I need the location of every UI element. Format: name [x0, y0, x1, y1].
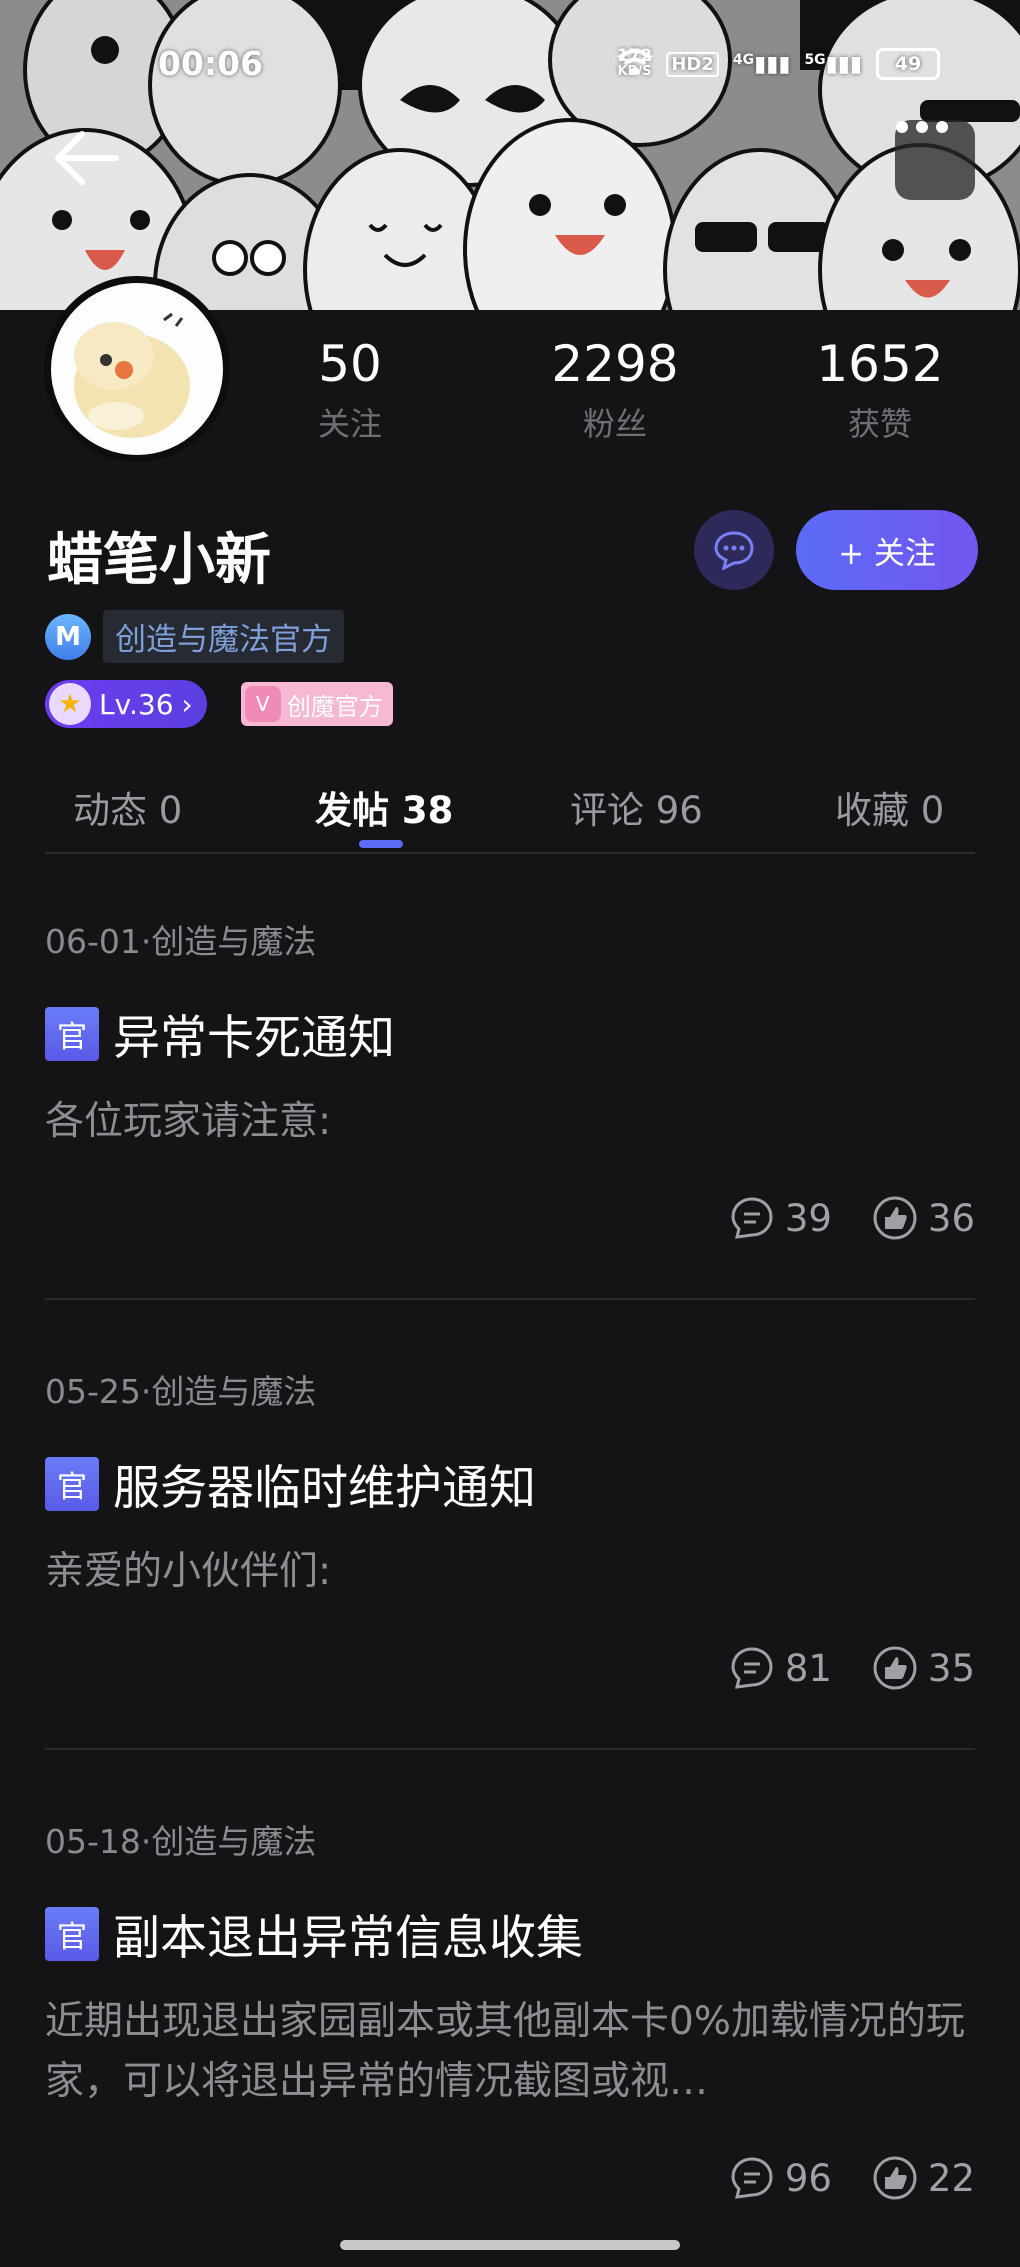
message-button[interactable]	[694, 510, 774, 590]
tab-activity[interactable]: 动态 0	[73, 780, 182, 834]
comment-button[interactable]: 96	[729, 2155, 832, 2201]
chat-bubble-icon	[714, 531, 754, 571]
star-medal-icon: ★	[49, 683, 91, 725]
post-title: 异常卡死通知	[113, 1011, 395, 1066]
profile-tabs: 动态 0 发帖 38 评论 96 收藏 0	[45, 770, 975, 854]
follow-button[interactable]: + 关注	[796, 510, 978, 590]
thumbs-up-icon	[873, 1196, 917, 1240]
thumbs-up-icon	[873, 1646, 917, 1690]
avatar[interactable]	[44, 276, 230, 462]
like-count: 36	[927, 1196, 975, 1240]
stat-likes-count: 1652	[816, 335, 944, 393]
level-label: Lv.36	[99, 687, 174, 721]
stat-followers-count: 2298	[551, 335, 679, 393]
post-title-row: 官 异常卡死通知	[45, 999, 975, 1068]
post-actions: 81 35	[729, 1645, 975, 1691]
stat-followers[interactable]: 2298 粉丝	[505, 335, 725, 445]
status-icons: 172 KB/S HD2 4G▮▮▮ 5G▮▮▮ 49	[617, 48, 940, 80]
like-count: 22	[927, 2156, 975, 2200]
post-title-row: 官 副本退出异常信息收集	[45, 1899, 975, 1968]
home-indicator[interactable]	[340, 2240, 680, 2250]
stat-likes-label: 获赞	[847, 405, 912, 443]
like-count: 35	[927, 1646, 975, 1690]
chevron-right-icon: ›	[181, 687, 193, 721]
comment-icon	[731, 1647, 773, 1689]
official-v-icon: V	[244, 686, 281, 722]
battery-icon: 49	[876, 48, 940, 80]
like-button[interactable]: 36	[872, 1195, 975, 1241]
post-title: 副本退出异常信息收集	[113, 1911, 583, 1966]
comment-icon	[731, 2157, 773, 2199]
thumbs-up-icon	[873, 2156, 917, 2200]
wifi-icon	[617, 49, 653, 75]
stat-likes[interactable]: 1652 获赞	[770, 335, 990, 445]
tab-favorites[interactable]: 收藏 0	[835, 780, 944, 834]
post-title-row: 官 服务器临时维护通知	[45, 1449, 975, 1518]
stat-following-label: 关注	[317, 405, 382, 443]
comment-icon	[731, 1197, 773, 1239]
hamster-avatar-image	[51, 283, 223, 455]
post-card[interactable]: 05-18·创造与魔法 官 副本退出异常信息收集 近期出现退出家园副本或其他副本…	[45, 1815, 975, 2215]
comment-count: 96	[784, 2156, 832, 2200]
more-horizontal-icon	[896, 121, 948, 133]
username: 蜡笔小新	[47, 528, 271, 593]
post-actions: 39 36	[729, 1195, 975, 1241]
post-meta: 05-18·创造与魔法	[45, 1822, 317, 1861]
active-tab-indicator	[359, 840, 403, 848]
arrow-left-icon	[55, 131, 119, 185]
hd-icon: HD2	[666, 51, 719, 77]
post-title: 服务器临时维护通知	[113, 1461, 536, 1516]
official-post-badge: 官	[45, 1906, 99, 1961]
post-excerpt: 近期出现退出家园副本或其他副本卡0%加载情况的玩家，可以将退出异常的情况截图或视…	[45, 1999, 965, 2104]
post-card[interactable]: 05-25·创造与魔法 官 服务器临时维护通知 亲爱的小伙伴们: 81 35	[45, 1365, 975, 1700]
post-card[interactable]: 06-01·创造与魔法 官 异常卡死通知 各位玩家请注意: 39 36	[45, 915, 975, 1250]
official-badge: V 创魔官方	[240, 682, 393, 726]
more-options-button[interactable]	[895, 120, 975, 200]
post-meta: 05-25·创造与魔法	[45, 1372, 317, 1411]
official-post-badge: 官	[45, 1006, 99, 1061]
post-excerpt: 各位玩家请注意:	[45, 1099, 332, 1144]
level-badge[interactable]: ★ Lv.36 ›	[45, 680, 207, 728]
like-button[interactable]: 35	[872, 1645, 975, 1691]
tab-comments[interactable]: 评论 96	[570, 780, 703, 834]
org-logo-icon: M	[45, 613, 91, 660]
comment-count: 39	[784, 1196, 832, 1240]
signal-5g-label: 5G	[804, 51, 826, 68]
official-post-badge: 官	[45, 1456, 99, 1511]
stat-following-count: 50	[318, 335, 382, 393]
tab-posts[interactable]: 发帖 38	[315, 780, 453, 834]
back-button[interactable]	[52, 128, 122, 188]
signal-5g-icon: 5G▮▮▮	[804, 51, 862, 77]
status-bar: 00:06 172 KB/S HD2 4G▮▮▮ 5G▮▮▮ 49	[0, 0, 1020, 100]
profile-banner: 00:06 172 KB/S HD2 4G▮▮▮ 5G▮▮▮ 49	[0, 0, 1020, 310]
org-label: 创造与魔法官方	[103, 610, 344, 663]
post-divider	[45, 1748, 975, 1750]
stat-followers-label: 粉丝	[582, 405, 647, 443]
comment-button[interactable]: 81	[729, 1645, 832, 1691]
comment-button[interactable]: 39	[729, 1195, 832, 1241]
official-badge-label: 创魔官方	[286, 692, 383, 721]
post-actions: 96 22	[729, 2155, 975, 2201]
post-divider	[45, 1298, 975, 1300]
post-excerpt: 亲爱的小伙伴们:	[45, 1549, 332, 1594]
stat-following[interactable]: 50 关注	[240, 335, 460, 445]
post-meta: 06-01·创造与魔法	[45, 922, 317, 961]
signal-4g-icon: 4G▮▮▮	[732, 51, 791, 77]
badge-row: ★ Lv.36 › V 创魔官方	[45, 680, 393, 728]
comment-count: 81	[784, 1646, 832, 1690]
signal-4g-label: 4G	[732, 51, 755, 68]
like-button[interactable]: 22	[872, 2155, 975, 2201]
organization-row[interactable]: M 创造与魔法官方	[45, 610, 344, 663]
status-time: 00:06	[158, 44, 264, 83]
